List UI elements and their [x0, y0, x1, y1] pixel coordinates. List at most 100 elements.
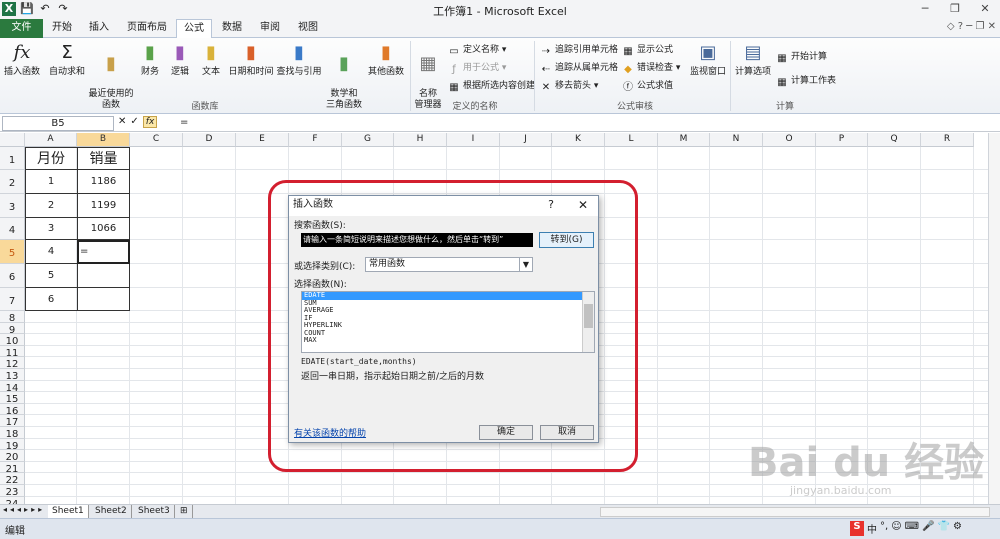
evaluate-formula-button[interactable]: ⓕ 公式求值: [622, 79, 673, 93]
select-all-corner[interactable]: [0, 133, 25, 147]
tab-7[interactable]: 视图: [294, 19, 322, 38]
header-sales[interactable]: 销量: [77, 148, 130, 170]
column-header-d[interactable]: D: [183, 133, 236, 147]
row-header-18[interactable]: 18: [0, 427, 25, 440]
function-help-link[interactable]: 有关该函数的帮助: [294, 426, 366, 439]
row-header-9[interactable]: 9: [0, 322, 25, 336]
cell-month[interactable]: 6: [25, 288, 77, 311]
insert-function-icon[interactable]: fx: [142, 116, 158, 128]
row-header-21[interactable]: 21: [0, 461, 25, 475]
list-scrollbar[interactable]: [582, 292, 594, 352]
row-header-14[interactable]: 14: [0, 380, 25, 394]
column-header-a[interactable]: A: [25, 133, 77, 147]
ime-icon[interactable]: ☺: [891, 521, 901, 536]
tab-2[interactable]: 插入: [85, 19, 113, 38]
row-header-15[interactable]: 15: [0, 392, 25, 405]
column-header-p[interactable]: P: [816, 133, 868, 147]
header-month[interactable]: 月份: [25, 148, 77, 170]
tab-1[interactable]: 开始: [48, 19, 76, 38]
category-select[interactable]: 常用函数 ▼: [365, 257, 533, 272]
minimize-button[interactable]: ─: [910, 0, 940, 19]
sheet-tab-1[interactable]: Sheet1: [48, 505, 89, 518]
function-list-item[interactable]: EDATE: [302, 292, 582, 300]
tab-3[interactable]: 页面布局: [124, 19, 170, 38]
calc-options-button[interactable]: ▤ 计算选项: [734, 41, 772, 78]
row-header-5[interactable]: 5: [0, 240, 25, 264]
calc-sheet-button[interactable]: ▦ 计算工作表: [776, 74, 836, 88]
autosum-button[interactable]: Σ 自动求和: [48, 41, 86, 78]
tab-0[interactable]: 文件: [0, 19, 43, 38]
cell-sales[interactable]: 1186: [77, 170, 130, 194]
column-header-q[interactable]: Q: [868, 133, 921, 147]
create-from-selection-button[interactable]: ▦ 根据所选内容创建: [448, 79, 535, 93]
vertical-scrollbar[interactable]: [988, 133, 1000, 504]
row-header-4[interactable]: 4: [0, 218, 25, 240]
math-button[interactable]: ▮ 数学和 三角函数: [326, 41, 362, 111]
ok-button[interactable]: 确定: [479, 425, 533, 440]
tab-4[interactable]: 公式: [176, 19, 212, 39]
cell-month[interactable]: 4: [25, 240, 77, 264]
sheet-tab-2[interactable]: Sheet2: [91, 505, 132, 518]
row-header-12[interactable]: 12: [0, 357, 25, 370]
cell-sales[interactable]: 1066: [77, 218, 130, 240]
scroll-thumb[interactable]: [584, 304, 593, 328]
search-input[interactable]: 请输入一条简短说明来描述您想做什么，然后单击“转到”: [301, 233, 533, 247]
ime-icon[interactable]: ⌨: [905, 521, 919, 536]
ime-icon[interactable]: °,: [880, 521, 888, 536]
sheet-nav-arrows[interactable]: ◂◂◂▸▸▸: [3, 505, 45, 514]
watch-window-button[interactable]: ▣ 监视窗口: [688, 41, 728, 78]
column-header-i[interactable]: I: [447, 133, 500, 147]
cell-month[interactable]: 5: [25, 264, 77, 288]
cell-month[interactable]: 2: [25, 194, 77, 218]
function-list-item[interactable]: SUM: [302, 299, 582, 308]
row-header-17[interactable]: 17: [0, 415, 25, 428]
row-header-7[interactable]: 7: [0, 288, 25, 311]
cell-sales[interactable]: 1199: [77, 194, 130, 218]
recent-functions-button[interactable]: ▮ 最近使用的 函数: [88, 41, 134, 111]
column-header-k[interactable]: K: [552, 133, 605, 147]
datetime-button[interactable]: ▮ 日期和时间: [228, 41, 274, 78]
close-icon[interactable]: ✕: [578, 196, 588, 214]
ime-icon[interactable]: 👕: [938, 521, 950, 536]
column-header-c[interactable]: C: [130, 133, 183, 147]
tab-6[interactable]: 审阅: [256, 19, 284, 38]
row-header-22[interactable]: 22: [0, 473, 25, 486]
text-button[interactable]: ▮ 文本: [198, 41, 224, 78]
financial-button[interactable]: ▮ 财务: [138, 41, 162, 78]
cell-month[interactable]: 1: [25, 170, 77, 194]
column-header-e[interactable]: E: [236, 133, 289, 147]
error-checking-button[interactable]: ◆ 错误检查 ▾: [622, 61, 680, 75]
help-icon[interactable]: ?: [548, 196, 554, 214]
row-header-6[interactable]: 6: [0, 264, 25, 288]
row-header-23[interactable]: 23: [0, 485, 25, 498]
enter-icon[interactable]: ✓: [130, 116, 138, 128]
go-button[interactable]: 转到(G): [539, 232, 594, 248]
column-header-j[interactable]: J: [500, 133, 552, 147]
cancel-icon[interactable]: ✕: [118, 116, 126, 128]
cancel-button[interactable]: 取消: [540, 425, 594, 440]
column-header-n[interactable]: N: [710, 133, 763, 147]
define-name-button[interactable]: ▭ 定义名称 ▾: [448, 43, 506, 57]
trace-precedents-button[interactable]: ⇢ 追踪引用单元格: [540, 43, 618, 57]
remove-arrows-button[interactable]: ✕ 移去箭头 ▾: [540, 79, 599, 93]
function-list-item[interactable]: HYPERLINK: [302, 321, 582, 330]
function-list-item[interactable]: COUNT: [302, 329, 582, 338]
column-header-m[interactable]: M: [658, 133, 710, 147]
sheet-tab-3[interactable]: Sheet3: [134, 505, 175, 518]
show-formulas-button[interactable]: ▦ 显示公式: [622, 43, 673, 57]
column-header-g[interactable]: G: [342, 133, 394, 147]
active-cell-b5[interactable]: [77, 240, 130, 264]
horizontal-scrollbar[interactable]: [600, 507, 990, 517]
save-icon[interactable]: 💾: [20, 2, 34, 16]
redo-icon[interactable]: ↷: [56, 2, 70, 16]
chevron-down-icon[interactable]: ▼: [519, 258, 532, 271]
ime-icon[interactable]: 中: [867, 521, 877, 536]
ime-icon[interactable]: 🎤: [922, 521, 934, 536]
help-icon[interactable]: ◇ ? ─ ❐ ✕: [947, 21, 996, 32]
ime-icon[interactable]: ⚙: [953, 521, 962, 536]
row-header-3[interactable]: 3: [0, 194, 25, 218]
row-header-13[interactable]: 13: [0, 369, 25, 382]
logical-button[interactable]: ▮ 逻辑: [168, 41, 192, 78]
row-header-11[interactable]: 11: [0, 345, 25, 359]
column-header-r[interactable]: R: [921, 133, 974, 147]
